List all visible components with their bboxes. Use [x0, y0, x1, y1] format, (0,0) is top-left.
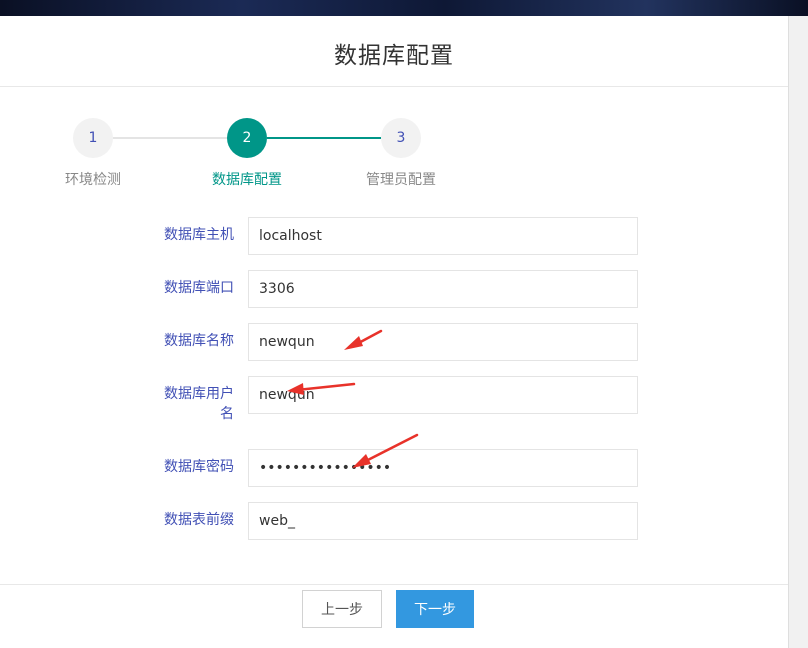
- prev-step-button[interactable]: 上一步: [302, 590, 382, 628]
- divider: [0, 86, 788, 87]
- db-password-input[interactable]: [248, 449, 638, 487]
- db-name-label: 数据库名称: [164, 333, 234, 349]
- db-user-label-line1: 数据库用户: [164, 386, 234, 402]
- step-3-label: 管理员配置: [366, 172, 436, 188]
- table-prefix-label: 数据表前缀: [164, 512, 234, 528]
- step-1-circle: 1: [73, 118, 113, 158]
- step-2-circle: 2: [227, 118, 267, 158]
- db-user-label: 数据库用户 名: [124, 384, 234, 424]
- table-prefix-input[interactable]: [248, 502, 638, 540]
- db-port-input[interactable]: [248, 270, 638, 308]
- step-2-label: 数据库配置: [212, 172, 282, 188]
- db-user-label-line2: 名: [220, 406, 234, 422]
- install-card: 数据库配置 1 2 3 环境检测 数据库配置 管理员配置 数据库主机 数据库端口…: [0, 16, 788, 648]
- page-scroll-edge: [788, 16, 808, 648]
- step-connector-2: [267, 137, 381, 139]
- background-header-strip: [0, 0, 808, 16]
- db-host-label: 数据库主机: [164, 227, 234, 243]
- step-connector-1: [113, 137, 227, 139]
- divider: [0, 584, 788, 585]
- next-step-button[interactable]: 下一步: [396, 590, 474, 628]
- step-3-circle: 3: [381, 118, 421, 158]
- db-port-label: 数据库端口: [164, 280, 234, 296]
- db-user-input[interactable]: [248, 376, 638, 414]
- db-name-input[interactable]: [248, 323, 638, 361]
- db-password-label: 数据库密码: [164, 459, 234, 475]
- page-title: 数据库配置: [334, 43, 454, 69]
- step-1-label: 环境检测: [65, 172, 121, 188]
- db-host-input[interactable]: [248, 217, 638, 255]
